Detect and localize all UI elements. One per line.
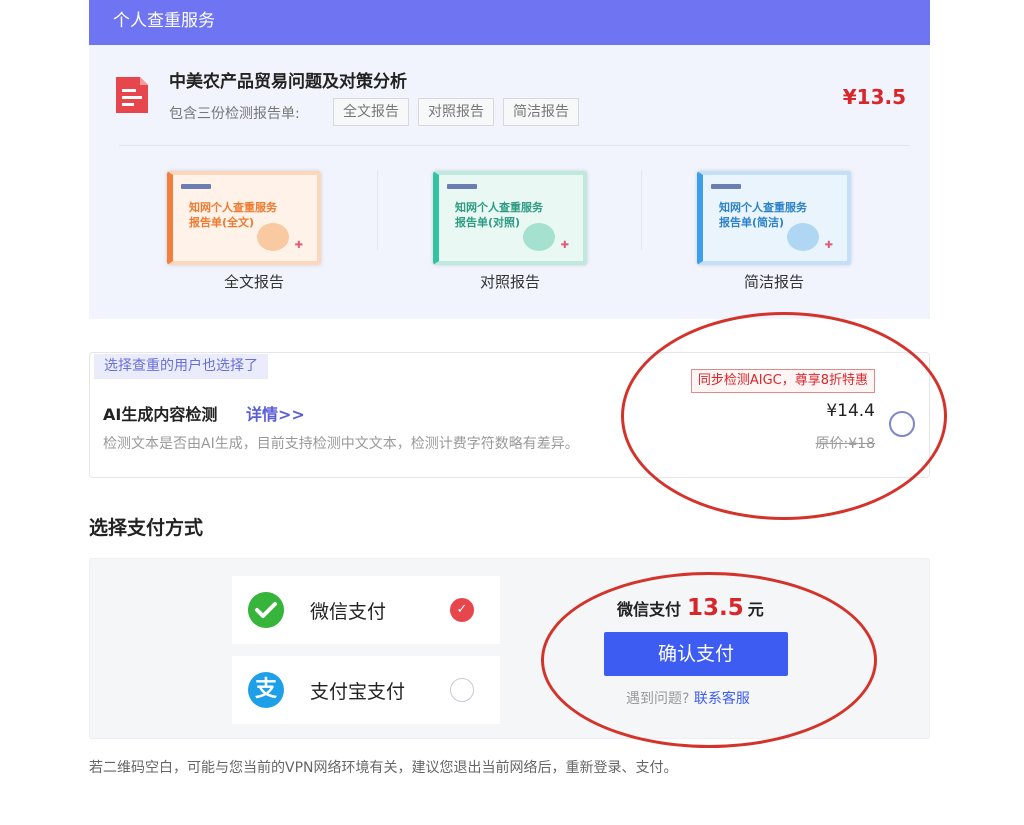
aigc-select-radio[interactable] bbox=[889, 411, 915, 437]
decorative-shape bbox=[787, 223, 819, 251]
decorative-shape bbox=[523, 223, 555, 251]
payment-heading: 选择支付方式 bbox=[89, 517, 204, 539]
aigc-description: 检测文本是否由AI生成，目前支持检测中文文本，检测计费字符数略有差异。 bbox=[103, 436, 579, 452]
report-chip-brief: 简洁报告 bbox=[503, 98, 579, 126]
aigc-price: ¥14.4 bbox=[826, 401, 875, 421]
currency-unit: 元 bbox=[747, 600, 764, 619]
service-header: 个人查重服务 bbox=[89, 0, 930, 45]
aigc-detail-link[interactable]: 详情>> bbox=[246, 401, 305, 425]
payment-radio[interactable] bbox=[450, 678, 474, 702]
sparkle-icon: ✚ bbox=[294, 240, 303, 251]
report-chip-full: 全文报告 bbox=[333, 98, 409, 126]
payment-method-text: 微信支付 bbox=[617, 600, 682, 619]
cnki-logo bbox=[711, 184, 741, 189]
aigc-title: AI生成内容检测 bbox=[103, 405, 218, 424]
sparkle-icon: ✚ bbox=[824, 240, 833, 251]
alipay-icon: 支 bbox=[248, 672, 284, 708]
checkmark-icon[interactable]: ✓ bbox=[450, 598, 474, 622]
recommendation-tag: 选择查重的用户也选择了 bbox=[94, 354, 268, 379]
payment-option-alipay[interactable]: 支 支付宝支付 bbox=[232, 656, 500, 724]
report-label-full: 全文报告 bbox=[223, 273, 284, 291]
report-label-compare: 对照报告 bbox=[479, 273, 540, 291]
vpn-footnote: 若二维码空白，可能与您当前的VPN网络环境有关，建议您退出当前网络后，重新登录、… bbox=[89, 760, 678, 776]
sparkle-icon: ✚ bbox=[560, 240, 569, 251]
payment-option-wechat[interactable]: 微信支付 ✓ bbox=[232, 576, 500, 644]
report-chip-compare: 对照报告 bbox=[418, 98, 494, 126]
aigc-original-price: 原价:¥18 bbox=[815, 436, 875, 452]
report-thumbnail-compare[interactable]: 知网个人查重服务 报告单(对照) ✚ bbox=[433, 171, 587, 265]
payment-summary: 微信支付 13.5 元 bbox=[617, 595, 764, 621]
report-label-brief: 简洁报告 bbox=[743, 273, 804, 291]
contact-support-link[interactable]: 联系客服 bbox=[694, 691, 750, 707]
payment-label: 微信支付 bbox=[310, 601, 387, 623]
confirm-payment-button[interactable]: 确认支付 bbox=[604, 632, 788, 676]
cnki-logo bbox=[181, 184, 211, 189]
report-thumbnail-full[interactable]: 知网个人查重服务 报告单(全文) ✚ bbox=[167, 171, 321, 265]
divider bbox=[119, 145, 909, 146]
help-line: 遇到问题? 联系客服 bbox=[626, 688, 750, 708]
product-panel: 中美农产品贸易问题及对策分析 ¥13.5 包含三份检测报告单: 全文报告 对照报… bbox=[89, 45, 930, 319]
cnki-logo bbox=[447, 184, 477, 189]
payment-label: 支付宝支付 bbox=[310, 681, 406, 703]
divider bbox=[641, 170, 642, 250]
report-thumbnail-brief[interactable]: 知网个人查重服务 报告单(简洁) ✚ bbox=[697, 171, 851, 265]
product-title: 中美农产品贸易问题及对策分析 bbox=[169, 72, 407, 92]
divider bbox=[377, 170, 378, 250]
product-price: ¥13.5 bbox=[842, 85, 906, 109]
document-icon bbox=[116, 77, 148, 113]
wechat-pay-icon bbox=[248, 592, 284, 628]
decorative-shape bbox=[257, 223, 289, 251]
help-text: 遇到问题? bbox=[626, 691, 690, 707]
payment-panel: 微信支付 ✓ 支 支付宝支付 微信支付 13.5 元 确认支付 遇到问题? 联系客服 bbox=[89, 558, 930, 739]
payment-amount: 13.5 bbox=[687, 595, 744, 621]
discount-badge: 同步检测AIGC，尊享8折特惠 bbox=[690, 369, 875, 393]
includes-label: 包含三份检测报告单: bbox=[169, 106, 300, 122]
page-title: 个人查重服务 bbox=[113, 11, 215, 31]
aigc-addon-card[interactable]: 选择查重的用户也选择了 AI生成内容检测 详情>> 检测文本是否由AI生成，目前… bbox=[89, 352, 930, 478]
